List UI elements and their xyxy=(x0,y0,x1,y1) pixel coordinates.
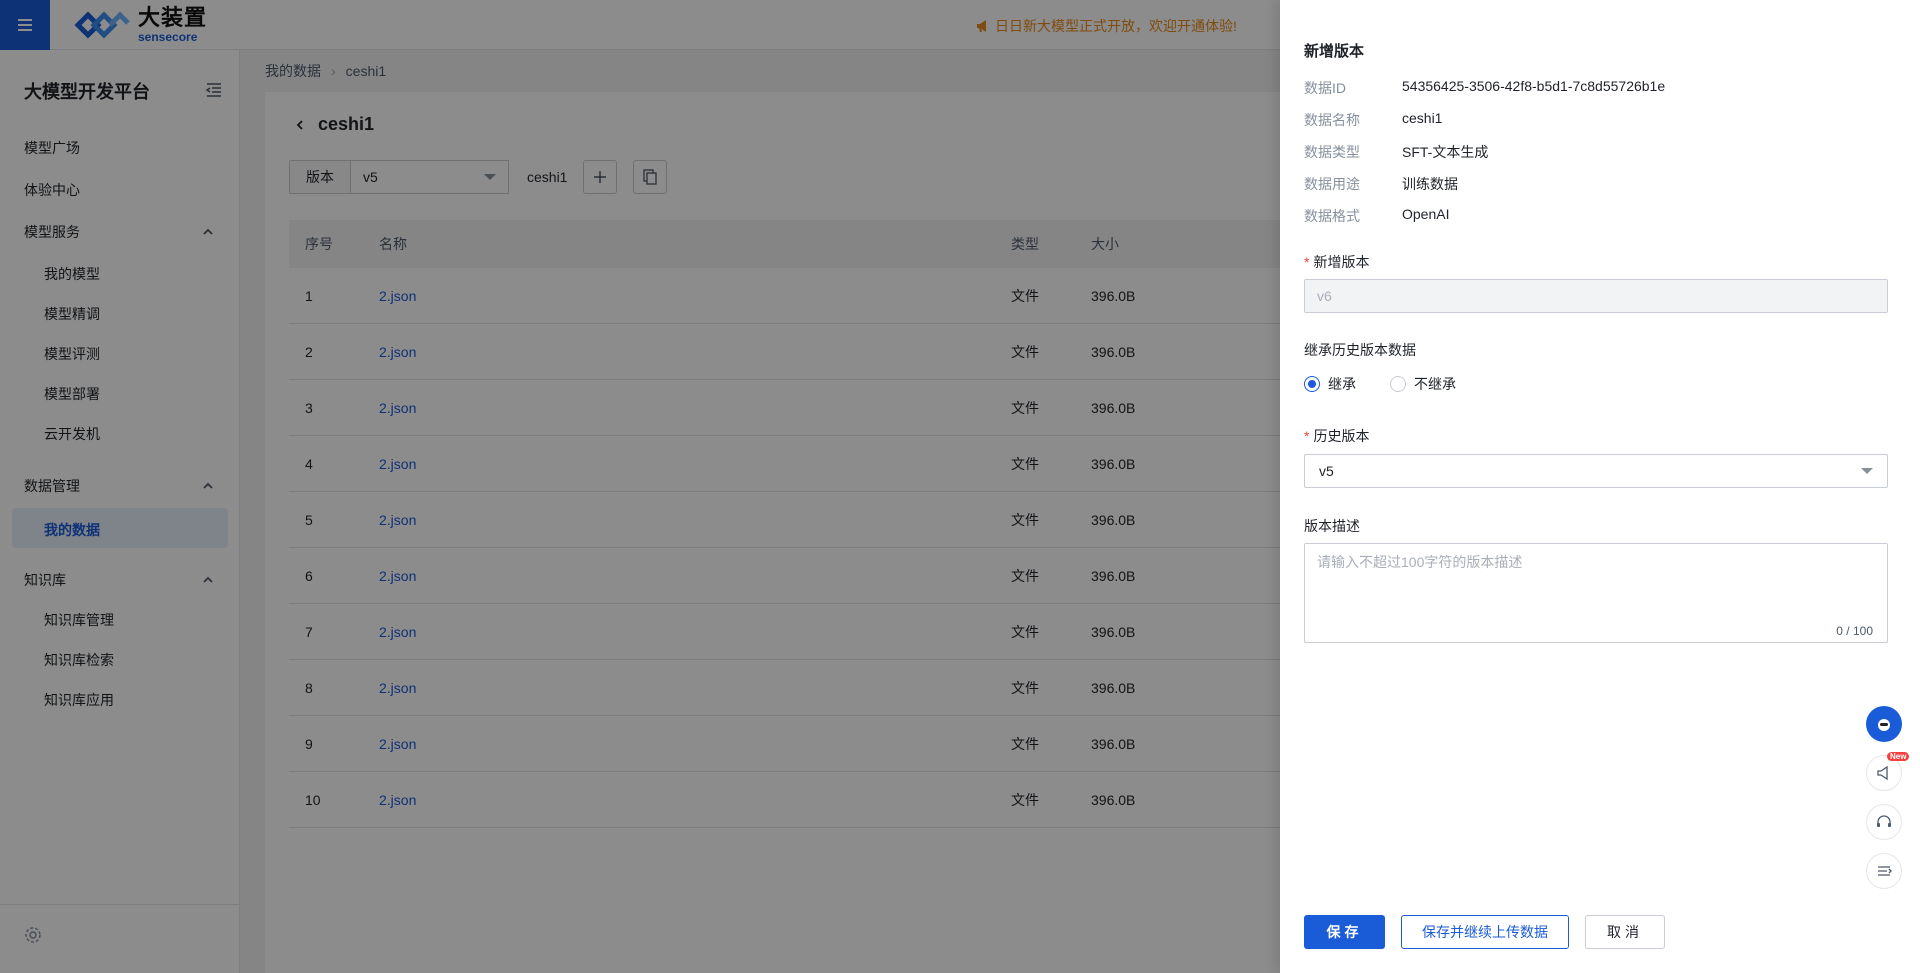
inherit-label: 继承历史版本数据 xyxy=(1304,342,1416,358)
new-badge: New xyxy=(1887,752,1910,761)
new-version-label: * 新增版本 xyxy=(1304,254,1370,270)
megaphone-icon xyxy=(1877,765,1888,781)
inherit-yes-radio[interactable]: 继承 xyxy=(1304,374,1356,394)
new-version-input: v6 xyxy=(1304,279,1888,313)
info-row: 数据用途 训练数据 xyxy=(1304,174,1458,194)
new-version-drawer: 新增版本 数据ID 54356425-3506-42f8-b5d1-7c8d557… xyxy=(1280,0,1920,973)
modal-overlay[interactable] xyxy=(0,0,1280,973)
info-key: 数据格式 xyxy=(1304,208,1360,224)
save-button[interactable]: 保存 xyxy=(1304,915,1385,949)
support-button[interactable] xyxy=(1866,804,1902,840)
inherit-no-radio[interactable]: 不继承 xyxy=(1390,374,1456,394)
info-key: 数据用途 xyxy=(1304,176,1360,192)
robot-avatar-icon xyxy=(1878,719,1890,731)
info-value: 54356425-3506-42f8-b5d1-7c8d55726b1e xyxy=(1402,78,1666,94)
news-button[interactable]: New xyxy=(1866,752,1910,791)
history-version-label-text: 历史版本 xyxy=(1313,428,1370,444)
desc-placeholder: 请输入不超过100字符的版本描述 xyxy=(1317,554,1523,570)
desc-label: 版本描述 xyxy=(1304,518,1360,534)
desc-textarea[interactable]: 请输入不超过100字符的版本描述 0 / 100 xyxy=(1304,543,1888,643)
inherit-yes-label: 继承 xyxy=(1328,376,1356,392)
info-value: SFT-文本生成 xyxy=(1402,144,1489,160)
desc-char-count: 0 / 100 xyxy=(1836,624,1873,638)
save-and-upload-button[interactable]: 保存并继续上传数据 xyxy=(1401,915,1569,949)
inherit-no-label: 不继承 xyxy=(1414,376,1456,392)
more-button[interactable] xyxy=(1866,853,1902,889)
info-value: OpenAI xyxy=(1402,206,1450,222)
info-key: 数据类型 xyxy=(1304,144,1360,160)
radio-unchecked-icon xyxy=(1390,376,1406,392)
info-row: 数据格式 OpenAI xyxy=(1304,206,1449,226)
info-value: 训练数据 xyxy=(1402,176,1458,192)
headset-icon xyxy=(1877,815,1891,827)
history-version-label: * 历史版本 xyxy=(1304,428,1370,444)
caret-down-icon xyxy=(1861,468,1873,474)
info-key: 数据ID xyxy=(1304,80,1346,96)
info-row: 数据名称 ceshi1 xyxy=(1304,110,1442,130)
drawer-title: 新增版本 xyxy=(1304,43,1365,60)
info-row: 数据ID 54356425-3506-42f8-b5d1-7c8d55726b1e xyxy=(1304,78,1665,98)
inherit-radio-group: 继承 不继承 xyxy=(1304,374,1456,394)
new-version-label-text: 新增版本 xyxy=(1313,254,1370,270)
info-value: ceshi1 xyxy=(1402,110,1443,126)
info-key: 数据名称 xyxy=(1304,112,1360,128)
history-version-select[interactable]: v5 xyxy=(1304,454,1888,488)
radio-checked-icon xyxy=(1304,376,1320,392)
list-icon xyxy=(1878,866,1892,876)
cancel-button[interactable]: 取消 xyxy=(1585,915,1665,949)
history-version-value: v5 xyxy=(1319,463,1334,479)
info-row: 数据类型 SFT-文本生成 xyxy=(1304,142,1488,162)
assistant-avatar[interactable] xyxy=(1866,706,1902,742)
